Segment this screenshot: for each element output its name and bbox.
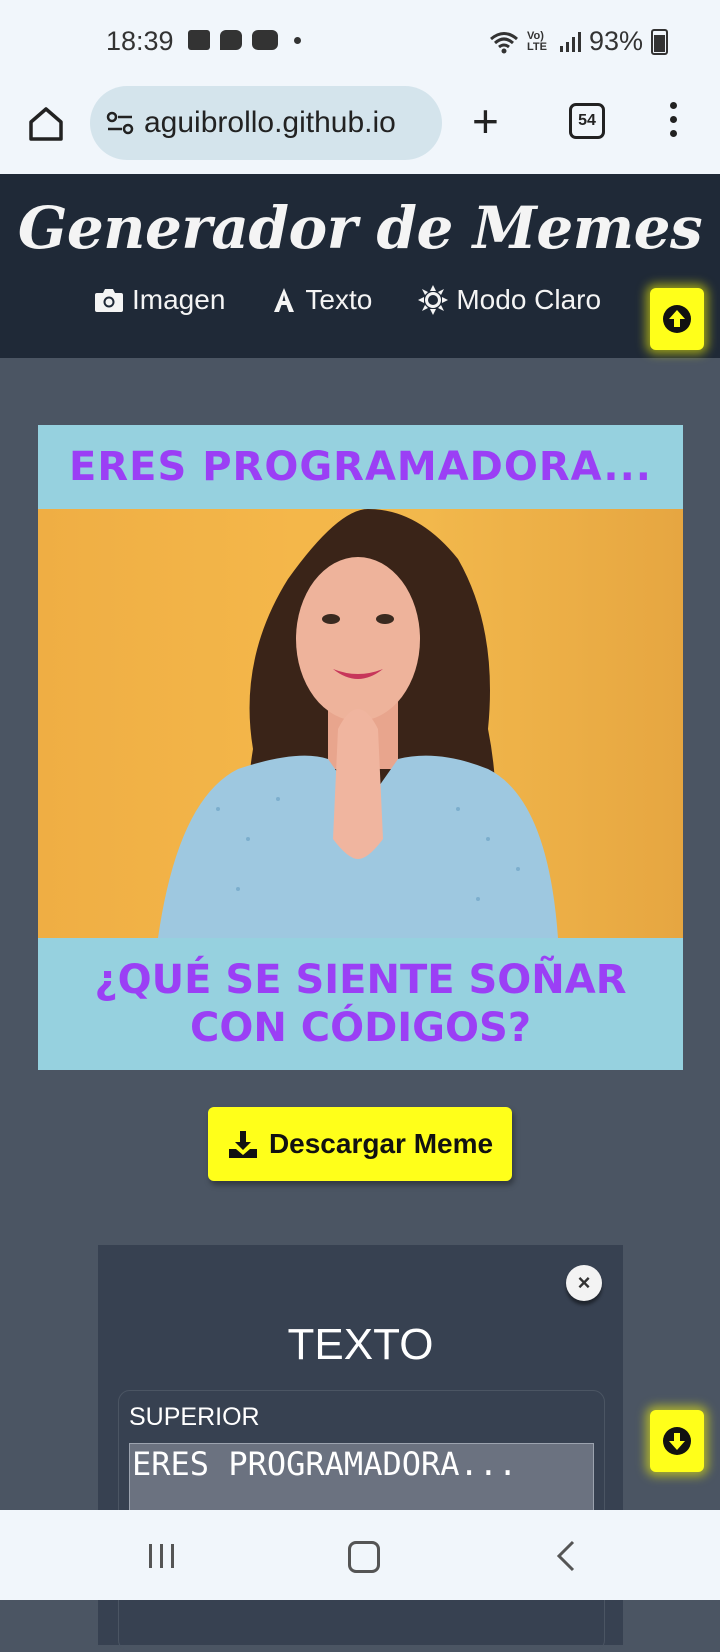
system-home-icon[interactable] (348, 1541, 380, 1573)
browser-toolbar: aguibrollo.github.io + 54 (0, 86, 720, 174)
download-meme-button[interactable]: Descargar Meme (208, 1107, 512, 1181)
font-icon (274, 288, 295, 312)
meme-photo (158, 509, 558, 938)
gallery-icon (188, 30, 210, 50)
signal-icon (559, 31, 581, 52)
site-settings-icon[interactable] (104, 107, 136, 139)
download-icon (228, 1131, 257, 1158)
top-text-label: SUPERIOR (129, 1403, 260, 1431)
notification-icons (188, 30, 301, 50)
tab-switcher-button[interactable]: 54 (569, 103, 605, 139)
status-bar: 18:39 Vo) LTE 93% (0, 0, 720, 86)
home-icon[interactable] (26, 104, 66, 144)
meme-image (38, 509, 683, 938)
battery-percent: 93% (588, 26, 643, 56)
meme-bottom-text: ¿QUÉ SE SIENTE SOÑAR CON CÓDIGOS? (94, 957, 627, 1051)
address-bar[interactable]: aguibrollo.github.io (90, 86, 442, 160)
arrow-up-circle-icon (663, 305, 691, 333)
meme-canvas: ERES PROGRAMADORA... ¿QUÉ SE SIENTE SOÑA… (38, 425, 683, 1070)
main-nav: Imagen Texto Modo Claro (94, 284, 601, 316)
panel-title: TEXTO (287, 1320, 434, 1369)
status-time: 18:39 (106, 26, 174, 56)
youtube-icon (252, 30, 278, 50)
message-icon (220, 30, 242, 50)
scroll-up-button[interactable] (650, 288, 704, 350)
wifi-icon (489, 31, 518, 53)
network-label: Vo) LTE (526, 29, 547, 53)
nav-modo-claro-label: Modo Claro (456, 284, 602, 315)
nav-imagen-label: Imagen (132, 284, 226, 315)
nav-modo-claro-button[interactable]: Modo Claro (418, 284, 601, 316)
browser-menu-icon[interactable] (670, 102, 678, 137)
download-label: Descargar Meme (268, 1128, 494, 1159)
nav-imagen-button[interactable]: Imagen (94, 284, 225, 316)
battery-icon (651, 28, 668, 55)
more-notifications-icon (294, 36, 301, 44)
status-right: Vo) LTE 93% (489, 26, 668, 57)
url-text[interactable]: aguibrollo.github.io (144, 106, 396, 140)
recent-apps-icon[interactable] (149, 1544, 174, 1568)
camera-icon (95, 289, 123, 312)
sun-icon (418, 285, 449, 315)
site-header: Generador de Memes Imagen Texto Modo Cla… (0, 174, 720, 358)
meme-top-text: ERES PROGRAMADORA... (69, 444, 652, 490)
nav-texto-button[interactable]: Texto (271, 284, 372, 316)
back-icon[interactable] (556, 1540, 576, 1572)
new-tab-button[interactable]: + (472, 98, 499, 144)
nav-texto-label: Texto (305, 284, 373, 315)
page-title: Generador de Memes (17, 194, 703, 262)
close-panel-button[interactable]: × (566, 1265, 602, 1301)
arrow-down-circle-icon (663, 1427, 691, 1455)
scroll-down-button[interactable] (650, 1410, 704, 1472)
